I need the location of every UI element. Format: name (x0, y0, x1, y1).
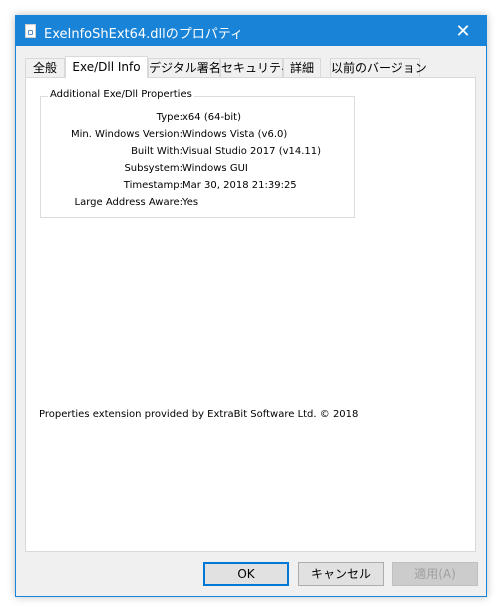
window-title: ExeInfoShExt64.dllのプロパティ (44, 27, 243, 42)
property-label: Built With: (131, 146, 183, 157)
property-value: x64 (64-bit) (182, 112, 242, 123)
property-row-type: Type: x64 (64-bit) (41, 112, 354, 128)
property-row-built-with: Built With: Visual Studio 2017 (v14.11) (41, 146, 354, 162)
apply-button[interactable]: 適用(A) (392, 562, 478, 586)
title-bar[interactable]: ExeInfoShExt64.dllのプロパティ ✕ (16, 16, 486, 46)
group-title: Additional Exe/Dll Properties (48, 89, 194, 100)
property-label: Min. Windows Version: (70, 129, 183, 140)
property-value: Visual Studio 2017 (v14.11) (182, 146, 322, 157)
property-row-timestamp: Timestamp: Mar 30, 2018 21:39:25 (41, 180, 354, 196)
property-row-min-windows-version: Min. Windows Version: Windows Vista (v6.… (41, 129, 354, 145)
extension-credit: Properties extension provided by ExtraBi… (39, 409, 359, 420)
tab-previous-versions[interactable]: 以前のバージョン (330, 58, 427, 77)
additional-properties-group: Additional Exe/Dll Properties Type: x64 … (40, 89, 355, 218)
property-label: Subsystem: (124, 163, 183, 174)
close-icon: ✕ (455, 20, 471, 42)
tab-digital-signature[interactable]: デジタル署名 (148, 58, 221, 77)
tab-security[interactable]: セキュリティ (220, 58, 292, 77)
properties-dialog: ExeInfoShExt64.dllのプロパティ ✕ 全般 Exe/Dll In… (15, 15, 487, 597)
tab-strip: 全般 Exe/Dll Info デジタル署名 セキュリティ 詳細 以前のバージョ… (25, 56, 445, 78)
property-row-subsystem: Subsystem: Windows GUI (41, 163, 354, 179)
property-label: Timestamp: (123, 180, 183, 191)
property-label: Type: (156, 112, 183, 123)
property-value: Windows GUI (182, 163, 248, 174)
cancel-button[interactable]: キャンセル (298, 562, 384, 586)
property-value: Windows Vista (v6.0) (182, 129, 288, 140)
dll-file-icon (25, 24, 36, 38)
tab-panel: Additional Exe/Dll Properties Type: x64 … (25, 77, 476, 552)
property-value: Yes (182, 197, 199, 208)
ok-button[interactable]: OK (203, 562, 289, 586)
tab-general[interactable]: 全般 (25, 58, 65, 77)
property-row-large-address-aware: Large Address Aware: Yes (41, 197, 354, 213)
property-value: Mar 30, 2018 21:39:25 (182, 180, 297, 191)
tab-exe-dll-info[interactable]: Exe/Dll Info (65, 56, 148, 78)
property-label: Large Address Aware: (74, 197, 183, 208)
tab-details[interactable]: 詳細 (283, 58, 321, 77)
close-button[interactable]: ✕ (440, 16, 486, 46)
